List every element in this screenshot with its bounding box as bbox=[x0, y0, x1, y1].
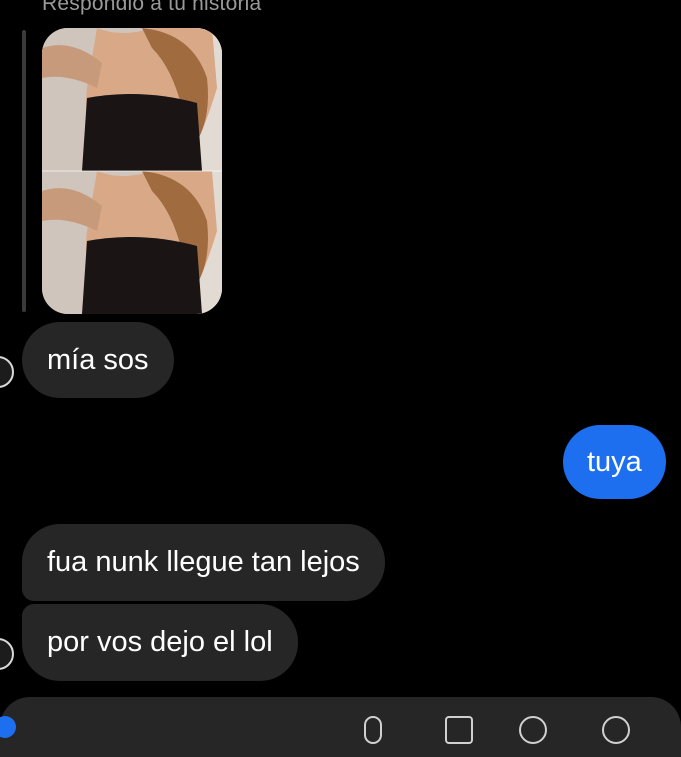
story-reply-label: Respondió a tu historia bbox=[42, 0, 262, 15]
sticker-icon[interactable] bbox=[519, 716, 547, 744]
reply-indicator-bar bbox=[22, 30, 26, 312]
message-bubble-outgoing[interactable]: tuya bbox=[563, 425, 666, 499]
sender-avatar[interactable] bbox=[0, 638, 14, 670]
message-bubble-incoming[interactable]: fua nunk llegue tan lejos bbox=[22, 524, 385, 601]
plus-icon[interactable] bbox=[602, 716, 630, 744]
story-divider bbox=[42, 170, 222, 172]
message-bubble-incoming[interactable]: mía sos bbox=[22, 322, 174, 398]
gallery-icon[interactable] bbox=[445, 716, 473, 744]
story-image-bottom bbox=[42, 171, 222, 314]
story-image-top bbox=[42, 28, 222, 171]
story-photo-graphic bbox=[42, 171, 222, 314]
sender-avatar[interactable] bbox=[0, 356, 14, 388]
microphone-icon[interactable] bbox=[364, 716, 382, 744]
story-thumbnail[interactable] bbox=[42, 28, 222, 314]
story-photo-graphic bbox=[42, 28, 222, 171]
message-bubble-incoming[interactable]: por vos dejo el lol bbox=[22, 604, 298, 681]
message-composer[interactable] bbox=[0, 697, 681, 757]
